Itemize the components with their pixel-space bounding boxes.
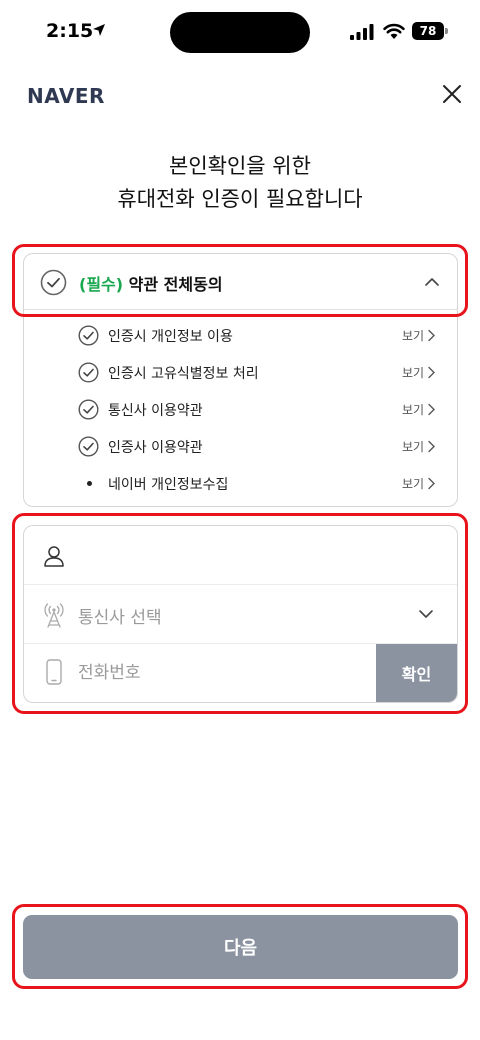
phone-number-input[interactable] [78, 657, 368, 689]
terms-agreement-box: (필수) 약관 전체동의 인증시 개인정보 이용 보기 인증시 고유식별정보 처… [23, 253, 458, 507]
agree-all-label: (필수) 약관 전체동의 [79, 271, 223, 295]
term-view-link[interactable]: 보기 [402, 327, 424, 344]
page-title: 본인확인을 위한 휴대전화 인증이 필요합니다 [0, 150, 480, 216]
page-title-line-1: 본인확인을 위한 [169, 154, 311, 178]
page-title-line-2: 휴대전화 인증이 필요합니다 [117, 187, 363, 211]
agree-all-text: 약관 전체동의 [128, 275, 223, 294]
term-item-personal-info[interactable]: 인증시 개인정보 이용 보기 [24, 317, 457, 354]
phone-row: 확인 [24, 644, 457, 702]
term-label: 인증시 개인정보 이용 [108, 329, 233, 345]
required-tag: (필수) [79, 275, 124, 294]
term-label: 통신사 이용약관 [108, 403, 203, 419]
battery-tip [445, 28, 448, 34]
carrier-placeholder: 통신사 선택 [78, 608, 162, 628]
term-label: 인증사 이용약관 [108, 440, 203, 456]
wifi-icon [383, 23, 405, 39]
term-label: 네이버 개인정보수집 [108, 477, 229, 493]
agree-all-row[interactable]: (필수) 약관 전체동의 [24, 254, 457, 310]
term-view-link[interactable]: 보기 [402, 438, 424, 455]
bullet-icon [87, 481, 92, 486]
term-view-link[interactable]: 보기 [402, 364, 424, 381]
term-item-naver-privacy[interactable]: 네이버 개인정보수집 보기 [24, 465, 457, 502]
battery-indicator: 78 [412, 22, 448, 40]
check-circle-icon [78, 399, 99, 420]
close-icon[interactable] [441, 83, 463, 105]
name-row [24, 526, 457, 585]
location-arrow-icon [93, 24, 105, 36]
term-view-link[interactable]: 보기 [402, 475, 424, 492]
check-circle-icon [78, 325, 99, 346]
check-circle-icon [78, 362, 99, 383]
chevron-down-icon [419, 610, 433, 618]
confirm-button[interactable]: 확인 [376, 644, 457, 702]
phone-icon [46, 659, 62, 685]
naver-logo: NAVER [27, 84, 105, 108]
check-circle-icon [78, 436, 99, 457]
carrier-select[interactable]: 통신사 선택 [24, 585, 457, 644]
chevron-right-icon [428, 366, 435, 379]
antenna-icon [44, 603, 64, 628]
identity-form: 통신사 선택 확인 [23, 525, 458, 703]
person-icon [44, 546, 64, 567]
chevron-right-icon [428, 403, 435, 416]
chevron-up-icon[interactable] [424, 275, 440, 289]
term-item-unique-id[interactable]: 인증시 고유식별정보 처리 보기 [24, 354, 457, 391]
term-item-auth-terms[interactable]: 인증사 이용약관 보기 [24, 428, 457, 465]
status-time: 2:15 [46, 20, 94, 42]
chevron-right-icon [428, 477, 435, 490]
chevron-right-icon [428, 440, 435, 453]
battery-level: 78 [412, 22, 444, 40]
dynamic-island [170, 12, 310, 53]
next-button[interactable]: 다음 [23, 915, 458, 979]
name-input[interactable] [78, 540, 438, 572]
chevron-right-icon [428, 329, 435, 342]
check-circle-icon [40, 269, 67, 296]
signal-icon [350, 24, 374, 40]
status-bar: 2:15 78 [0, 0, 480, 64]
term-item-carrier-terms[interactable]: 통신사 이용약관 보기 [24, 391, 457, 428]
term-label: 인증시 고유식별정보 처리 [108, 366, 259, 382]
term-view-link[interactable]: 보기 [402, 401, 424, 418]
